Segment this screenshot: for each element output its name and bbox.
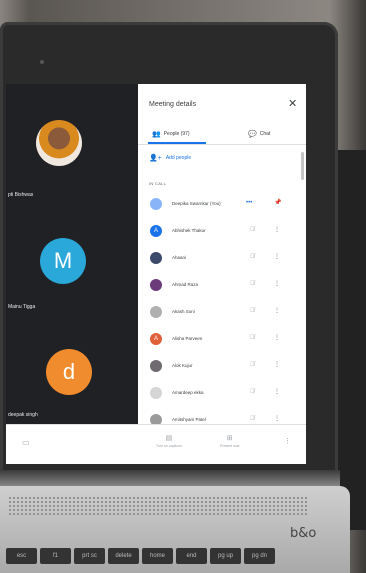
active-tab-indicator <box>148 142 206 144</box>
key: prt sc <box>74 548 105 564</box>
more-options-icon[interactable]: ⋮ <box>274 280 280 287</box>
tile-name-1: pti Bishwas <box>8 192 34 198</box>
speaking-icon: ••• <box>246 200 253 206</box>
more-options-icon[interactable]: ⋮ <box>274 388 280 395</box>
background-object <box>336 150 366 530</box>
tab-chat[interactable]: 💬 Chat <box>248 130 270 138</box>
mic-off-icon: 🎙̸ <box>250 281 255 287</box>
participant-name: Deepika Swarnkar (You) <box>172 201 221 206</box>
close-icon[interactable]: ✕ <box>288 97 297 110</box>
more-options-icon[interactable]: ⋮ <box>274 307 280 314</box>
participant-row[interactable]: Alok Kujur 🎙̸ ⋮ <box>138 354 306 381</box>
mic-off-icon: 🎙̸ <box>250 389 255 395</box>
add-people-label: Add people <box>165 155 192 161</box>
video-stage: pti Bishwas M Mainu Tigga d deepak singh <box>6 84 138 424</box>
pin-icon[interactable]: 📌 <box>274 199 281 206</box>
more-options-icon[interactable]: ⋮ <box>274 415 280 422</box>
tile-name-3: deepak singh <box>8 412 38 418</box>
laptop-lid: pti Bishwas M Mainu Tigga d deepak singh… <box>0 22 338 484</box>
present-icon: ⊞ <box>226 435 233 442</box>
participant-avatar <box>150 387 162 399</box>
participant-avatar <box>150 198 162 210</box>
meeting-controls: ▭ ▤ Turn on captions ⊞ Present now ⋮ <box>6 424 306 464</box>
tab-people[interactable]: 👥 People (97) <box>152 130 190 138</box>
meeting-details-panel: Meeting details ✕ 👥 People (97) 💬 Chat 👤… <box>138 84 306 424</box>
participant-avatar <box>150 306 162 318</box>
tab-chat-label: Chat <box>259 131 271 137</box>
add-people-button[interactable]: 👤+ Add people <box>149 154 191 162</box>
participant-avatar <box>150 279 162 291</box>
participant-name: Ahmad Raza <box>172 282 199 287</box>
participant-row[interactable]: A Abhishek Thakur 🎙̸ ⋮ <box>138 219 306 246</box>
laptop-keyboard-deck: b&o esc f1 prt sc delete home end pg up … <box>0 486 350 573</box>
participant-name: Alisha Parveen <box>172 336 203 341</box>
camera-icon: ▭ <box>22 438 30 447</box>
function-key-row: esc f1 prt sc delete home end pg up pg d… <box>6 548 275 564</box>
participant-row[interactable]: Amardeep ekka 🎙̸ ⋮ <box>138 381 306 408</box>
panel-title: Meeting details <box>149 101 197 108</box>
participant-row[interactable]: Amitshyam Patel 🎙̸ ⋮ <box>138 408 306 424</box>
brand-logo: b&o <box>290 526 317 541</box>
more-options-icon[interactable]: ⋮ <box>274 226 280 233</box>
panel-tabs: 👥 People (97) 💬 Chat <box>138 124 306 145</box>
people-icon: 👥 <box>152 131 161 138</box>
participant-name: Abhishek Thakur <box>172 228 206 233</box>
laptop-screen: pti Bishwas M Mainu Tigga d deepak singh… <box>6 84 306 464</box>
more-menu-button[interactable]: ⋮ <box>284 437 291 445</box>
participant-letter-avatar-d[interactable]: d <box>46 349 92 395</box>
tile-name-2: Mainu Tigga <box>8 304 36 310</box>
panel-scrollbar[interactable] <box>301 152 304 180</box>
participant-letter-avatar-m[interactable]: M <box>40 238 86 284</box>
participant-row[interactable]: Ahmad Raza 🎙̸ ⋮ <box>138 273 306 300</box>
present-now-button[interactable]: ⊞ Present now <box>220 434 239 448</box>
participant-row[interactable]: A Alisha Parveen 🎙̸ ⋮ <box>138 327 306 354</box>
participant-name: Akash Soni <box>172 309 195 314</box>
participant-avatar: A <box>150 225 162 237</box>
participant-photo-avatar[interactable] <box>36 120 82 166</box>
key: pg dn <box>244 548 275 564</box>
key: delete <box>108 548 139 564</box>
participant-name: Ahaani <box>172 255 187 260</box>
add-person-icon: 👤+ <box>149 155 162 162</box>
chat-icon: 💬 <box>248 131 257 138</box>
mic-off-icon: 🎙̸ <box>250 335 255 341</box>
participant-list: Deepika Swarnkar (You) ••• 📌 A Abhishek … <box>138 192 306 424</box>
participant-avatar <box>150 252 162 264</box>
participant-row[interactable]: Ahaani 🎙̸ ⋮ <box>138 246 306 273</box>
mic-off-icon: 🎙̸ <box>250 227 255 233</box>
more-vert-icon: ⋮ <box>284 438 291 445</box>
captions-icon: ▤ <box>165 435 173 442</box>
key: pg up <box>210 548 241 564</box>
participant-avatar <box>150 360 162 372</box>
participant-name: Alok Kujur <box>172 363 193 368</box>
present-label: Present now <box>220 444 240 448</box>
mic-off-icon: 🎙̸ <box>250 362 255 368</box>
participant-name: Amardeep ekka <box>172 390 204 395</box>
key: home <box>142 548 173 564</box>
mic-off-icon: 🎙̸ <box>250 254 255 260</box>
key: f1 <box>40 548 71 564</box>
participant-row[interactable]: Deepika Swarnkar (You) ••• 📌 <box>138 192 306 219</box>
key: end <box>176 548 207 564</box>
more-options-icon[interactable]: ⋮ <box>274 253 280 260</box>
mic-off-icon: 🎙̸ <box>250 308 255 314</box>
participant-avatar <box>150 414 162 424</box>
in-call-label: IN CALL <box>149 181 167 186</box>
camera-button[interactable]: ▭ <box>22 438 30 447</box>
captions-label: Turn on captions <box>156 444 182 448</box>
more-options-icon[interactable]: ⋮ <box>274 361 280 368</box>
participant-row[interactable]: Akash Soni 🎙̸ ⋮ <box>138 300 306 327</box>
webcam-icon <box>40 60 44 64</box>
speaker-grille <box>8 496 308 516</box>
key: esc <box>6 548 37 564</box>
captions-button[interactable]: ▤ Turn on captions <box>156 434 182 448</box>
mic-off-icon: 🎙̸ <box>250 416 255 422</box>
participant-name: Amitshyam Patel <box>172 417 206 422</box>
more-options-icon[interactable]: ⋮ <box>274 334 280 341</box>
participant-avatar: A <box>150 333 162 345</box>
tab-people-label: People (97) <box>163 131 190 137</box>
